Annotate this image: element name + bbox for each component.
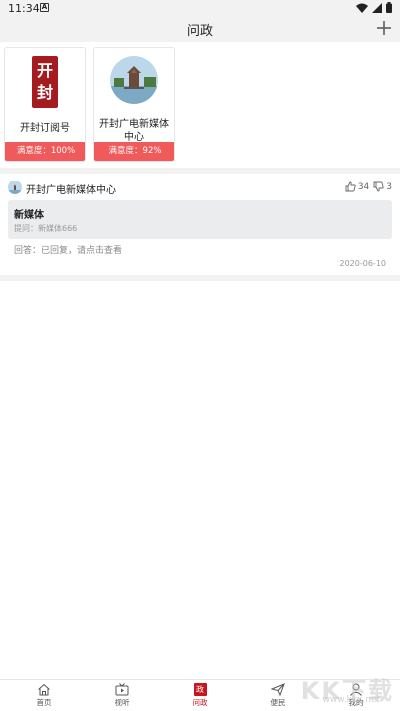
like-count: 34 (357, 181, 370, 192)
nav-item-home[interactable]: 首页 (24, 683, 64, 711)
send-icon (271, 683, 285, 696)
empty-content-area (0, 281, 400, 679)
account-list: 开 封 开封订阅号 满意度：100% 开封广电新媒体中心 满意度：92% (0, 42, 400, 168)
status-icons (356, 2, 392, 13)
kaifeng-seal-logo: 开 封 (32, 56, 58, 108)
status-time: 11:34 (8, 2, 40, 15)
page-title: 问政 (186, 24, 213, 39)
account-name: 开封订阅号 (20, 123, 70, 134)
status-bar: 11:34 A (0, 0, 400, 16)
answer-link[interactable]: 回答：已回复，请点击查看 (14, 243, 122, 256)
post-date: 2020-06-10 (339, 259, 387, 268)
thumbs-down-icon[interactable] (373, 181, 384, 192)
bottom-nav: 首页 视听 政 问政 便民 我的 (0, 679, 400, 711)
dislike-count: 3 (386, 181, 392, 192)
nav-label: 视听 (114, 698, 130, 707)
nav-item-politics[interactable]: 政 问政 (180, 683, 220, 711)
question-feed-item[interactable]: 开封广电新媒体中心 34 3 新媒体 提问：新媒体666 回答：已回复，请点击查… (0, 174, 400, 275)
nav-label: 我的 (348, 698, 364, 707)
nav-label: 首页 (36, 698, 52, 707)
nav-label: 便民 (270, 698, 286, 707)
wifi-icon (356, 3, 368, 13)
nav-item-profile[interactable]: 我的 (336, 683, 376, 711)
nav-item-services[interactable]: 便民 (258, 683, 298, 711)
add-button[interactable] (374, 18, 394, 38)
nav-label: 问政 (192, 698, 208, 707)
account-card-kaifeng-subscription[interactable]: 开 封 开封订阅号 满意度：100% (4, 47, 86, 162)
zheng-icon: 政 (193, 683, 207, 696)
account-logo-wrap: 开 封 (5, 56, 85, 116)
satisfaction-badge: 满意度：100% (5, 142, 85, 161)
account-name: 开封广电新媒体中心 (99, 119, 169, 143)
pagoda-photo-avatar (110, 56, 158, 104)
signal-icon (372, 2, 382, 13)
account-card-kaifeng-media[interactable]: 开封广电新媒体中心 满意度：92% (93, 47, 175, 162)
notification-icon: A (40, 3, 49, 12)
question-asker: 提问：新媒体666 (14, 224, 78, 233)
thumbs-up-icon[interactable] (345, 181, 356, 192)
logo-char-1: 开 (36, 61, 53, 80)
user-icon (350, 683, 362, 696)
plus-icon (377, 21, 391, 35)
source-avatar (8, 180, 22, 194)
question-title: 新媒体 (14, 210, 44, 221)
feed-stats: 34 3 (345, 181, 392, 192)
question-box[interactable]: 新媒体 提问：新媒体666 (8, 200, 392, 239)
battery-icon (386, 2, 392, 13)
feed-source-name: 开封广电新媒体中心 (26, 185, 116, 196)
satisfaction-badge: 满意度：92% (94, 142, 174, 161)
home-icon (38, 683, 50, 696)
app-header: 问政 (0, 16, 400, 42)
account-logo-wrap (94, 56, 174, 116)
nav-item-media[interactable]: 视听 (102, 683, 142, 711)
logo-char-2: 封 (36, 83, 53, 102)
tv-icon (115, 683, 129, 696)
